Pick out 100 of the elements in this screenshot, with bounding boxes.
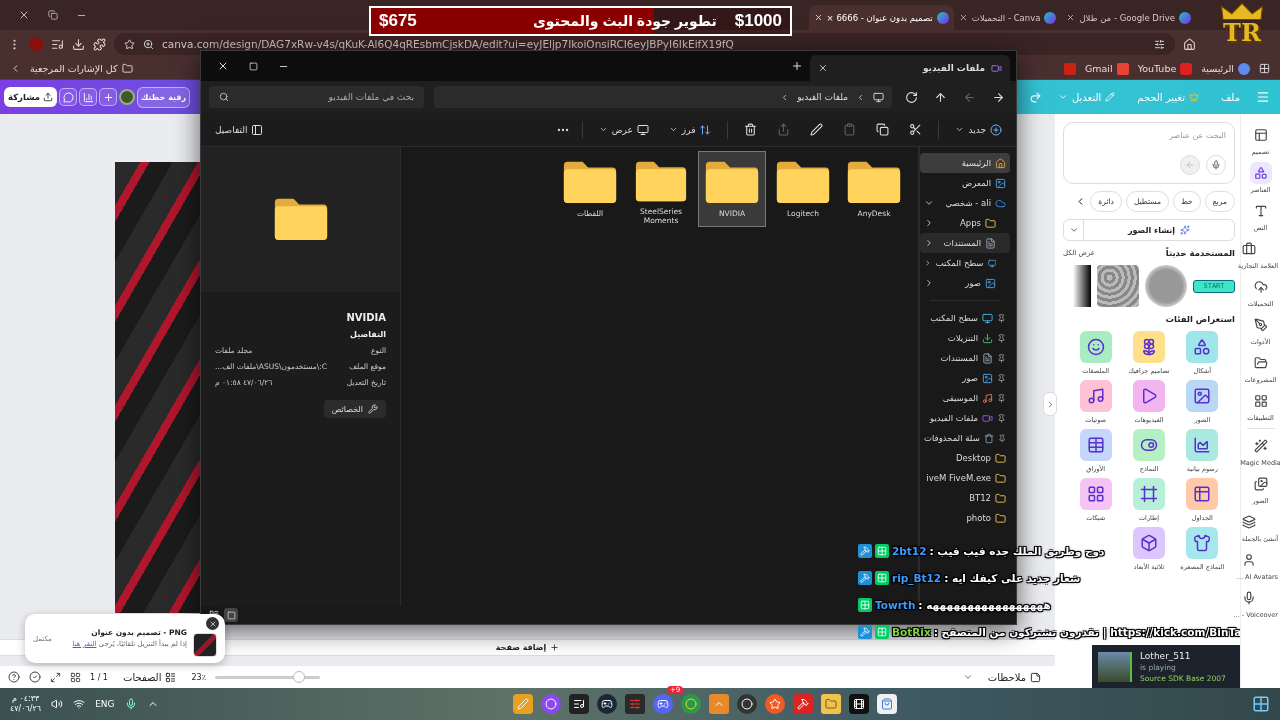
bookmark-link[interactable]: YouTube — [1137, 62, 1193, 75]
nav-item[interactable]: ملفات الفيديو — [920, 408, 1010, 428]
check-icon[interactable] — [29, 671, 41, 683]
close-icon[interactable] — [1066, 13, 1076, 22]
all-bookmarks-link[interactable]: كل الإشارات المرجعية — [30, 63, 133, 74]
windows-logo-icon[interactable] — [1252, 695, 1270, 713]
avatar[interactable] — [119, 89, 136, 105]
browser-tab[interactable]: Google Drive - من طلال — [1061, 5, 1196, 30]
generate-images-button[interactable]: إنشاء الصور — [1063, 219, 1235, 241]
grid-view-icon[interactable] — [70, 671, 81, 683]
nav-item[interactable]: صور — [920, 273, 1010, 293]
blurred-circle-thumbnail[interactable] — [1145, 265, 1187, 307]
view-button[interactable]: عرض — [594, 120, 653, 139]
folder-icon[interactable] — [821, 694, 842, 714]
share-icon — [777, 123, 791, 136]
close-icon[interactable] — [18, 9, 30, 21]
nav-item[interactable]: سطح المكتب — [920, 253, 1010, 273]
pen-app-icon[interactable] — [513, 694, 534, 714]
close-icon[interactable] — [813, 13, 823, 22]
music-icon[interactable] — [569, 694, 590, 714]
close-icon[interactable] — [958, 13, 968, 22]
bag-icon[interactable] — [877, 694, 898, 714]
upgrade-button[interactable]: رقية خطتك — [137, 86, 191, 108]
language-indicator[interactable]: ENG — [95, 699, 115, 709]
gradient-thumbnail[interactable] — [1073, 265, 1091, 307]
film-icon[interactable] — [849, 694, 870, 714]
close-icon[interactable] — [217, 60, 229, 72]
nav-item[interactable]: الموسيقى — [920, 388, 1010, 408]
nav-item[interactable]: سلة المحذوفات — [920, 428, 1010, 448]
arrow-icon — [963, 90, 976, 104]
nav-item[interactable]: التنزيلات — [920, 328, 1010, 348]
chevron-down-icon — [1068, 225, 1079, 235]
share-button[interactable]: مشاركة — [4, 87, 58, 107]
nav-item[interactable]: صور — [920, 368, 1010, 388]
chevron-down-icon[interactable] — [962, 672, 973, 682]
help-icon[interactable] — [8, 671, 20, 683]
tiles-view-button[interactable] — [224, 608, 238, 622]
clock[interactable]: ٠٤:٣٣ م ٤٧/٠٦/٢٦ — [10, 693, 42, 715]
restore-icon[interactable] — [48, 10, 58, 20]
add-button[interactable] — [99, 88, 118, 106]
nav-item[interactable]: سطح المكتب — [920, 308, 1010, 328]
nav-item[interactable]: المستندات — [920, 348, 1010, 368]
close-icon[interactable] — [818, 63, 828, 73]
notes-button[interactable]: ملاحظات — [981, 667, 1047, 687]
plus-icon — [791, 60, 803, 72]
gamepad-icon[interactable] — [597, 694, 618, 714]
volume-icon[interactable] — [51, 698, 64, 710]
texture-thumbnail[interactable] — [1097, 265, 1139, 307]
plus-icon — [550, 643, 560, 652]
caret-icon[interactable] — [709, 694, 730, 714]
mixer-icon[interactable] — [625, 694, 646, 714]
hammer-icon[interactable] — [793, 694, 814, 714]
nav-item[interactable]: ali - شخصي — [920, 193, 1010, 213]
close-button[interactable] — [206, 617, 219, 630]
search-field[interactable]: بحث في ملفات الفيديو — [209, 86, 424, 108]
browser-tab[interactable]: Canva - التحميلات — [953, 5, 1062, 30]
fullscreen-icon[interactable] — [50, 671, 61, 683]
chevron-icon[interactable] — [924, 278, 934, 288]
chart-button[interactable] — [79, 88, 98, 106]
microphone-button[interactable] — [1206, 155, 1226, 175]
controller-icon[interactable] — [653, 694, 674, 714]
apps-icon[interactable] — [1259, 63, 1270, 74]
bookmark-link[interactable]: الرئيسية — [1201, 62, 1250, 75]
browser-tab[interactable]: تصميم بدون عنوان - 6666 × — [808, 5, 954, 30]
nav-item[interactable]: iveM FiveM.exe — [920, 468, 1010, 488]
extensions-icon[interactable] — [93, 37, 106, 51]
media-icon[interactable] — [51, 37, 64, 51]
nav-item[interactable]: المستندات — [920, 233, 1010, 253]
pages-button[interactable]: الصفحات — [116, 667, 183, 687]
download-icon[interactable] — [72, 37, 85, 51]
home-icon[interactable] — [1183, 37, 1196, 51]
bookmark-link[interactable]: Gmail — [1084, 62, 1129, 75]
chevron-icon[interactable] — [924, 258, 932, 268]
nav-item[interactable]: BT12 — [920, 488, 1010, 508]
explorer-tab[interactable]: ملفات الفيديو — [810, 55, 1010, 81]
ring-icon[interactable] — [737, 694, 758, 714]
new-button[interactable]: جديد — [951, 120, 1006, 139]
sort-button[interactable]: فرز — [664, 120, 716, 139]
network-icon[interactable] — [73, 698, 86, 710]
address-field[interactable]: ملفات الفيديو — [434, 86, 892, 108]
circle-app-icon[interactable] — [541, 694, 562, 714]
chevron-icon[interactable] — [924, 218, 934, 228]
chevron-icon[interactable] — [924, 238, 934, 248]
site-settings-icon[interactable] — [1154, 38, 1165, 50]
properties-button[interactable]: الخصائص — [323, 400, 386, 418]
nav-item[interactable]: Desktop — [920, 448, 1010, 468]
browser-icon[interactable] — [681, 694, 702, 714]
zoom-icon[interactable] — [143, 38, 154, 50]
nav-item[interactable]: photo — [920, 508, 1010, 528]
maximize-icon[interactable] — [249, 61, 258, 71]
chevron-down-icon[interactable] — [924, 198, 934, 208]
nav-item[interactable]: Apps — [920, 213, 1010, 233]
slider-thumb[interactable] — [292, 670, 305, 683]
nav-item[interactable]: المعرض — [920, 173, 1010, 193]
comment-button[interactable] — [59, 88, 78, 106]
details-pane-button[interactable]: التفاصيل — [211, 120, 268, 139]
bookmark-star-icon[interactable] — [124, 38, 135, 50]
microphone-icon[interactable] — [124, 698, 137, 710]
nav-item[interactable]: الرئيسية — [920, 153, 1010, 173]
folder-icon — [775, 160, 831, 205]
